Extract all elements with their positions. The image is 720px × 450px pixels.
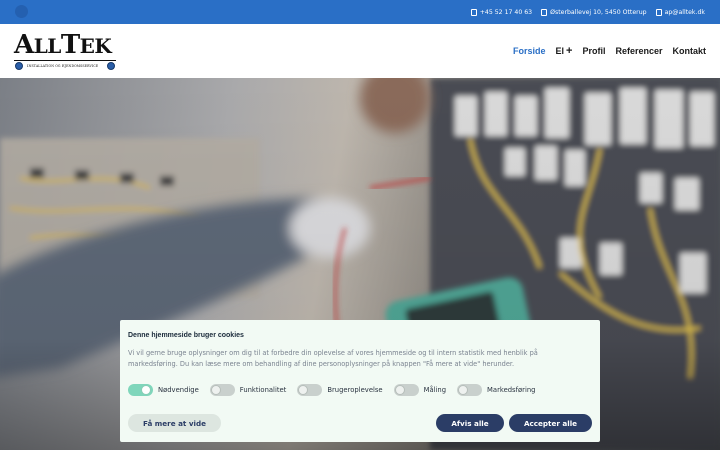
cookie-title: Denne hjemmeside bruger cookies bbox=[128, 332, 244, 339]
facebook-icon[interactable] bbox=[15, 5, 28, 18]
learn-more-button[interactable]: Få mere at vide bbox=[128, 414, 221, 432]
logo-tagline: INSTALLATION OG EJENDOMSSERVICE bbox=[27, 63, 99, 68]
nav-item-el[interactable]: El + bbox=[556, 45, 573, 57]
toggle-knob bbox=[298, 385, 309, 395]
logo-wordmark: ALLTEK bbox=[14, 30, 112, 60]
main-nav: Forside El + Profil Referencer Kontakt bbox=[513, 24, 706, 78]
address-link[interactable]: Østerballevej 10, 5450 Otterup bbox=[541, 8, 647, 16]
toggle-switch[interactable] bbox=[209, 384, 235, 396]
contact-info: +45 52 17 40 63 Østerballevej 10, 5450 O… bbox=[470, 0, 705, 24]
toggle-switch[interactable] bbox=[128, 384, 153, 396]
cookie-dialog: Denne hjemmeside bruger cookies Vi vil g… bbox=[120, 320, 600, 442]
toggle-knob bbox=[458, 385, 469, 395]
logo-seal-icon bbox=[15, 62, 23, 70]
nav-item-forside[interactable]: Forside bbox=[513, 46, 546, 56]
toggle-maaling[interactable]: Måling bbox=[393, 384, 447, 396]
nav-item-referencer[interactable]: Referencer bbox=[615, 46, 662, 56]
toggle-label: Funktionalitet bbox=[239, 386, 287, 394]
top-bar: +45 52 17 40 63 Østerballevej 10, 5450 O… bbox=[0, 0, 720, 24]
cookie-toggles: Nødvendige Funktionalitet Brugeroplevels… bbox=[128, 383, 546, 397]
nav-item-profil[interactable]: Profil bbox=[582, 46, 605, 56]
toggle-switch[interactable] bbox=[297, 384, 323, 396]
site-header: ALLTEK INSTALLATION OG EJENDOMSSERVICE F… bbox=[0, 24, 720, 78]
email-link[interactable]: ap@alltek.dk bbox=[655, 8, 705, 16]
cookie-body: Vi vil gerne bruge oplysninger om dig ti… bbox=[128, 349, 538, 368]
phone-icon bbox=[470, 8, 477, 16]
nav-item-el-label: El bbox=[555, 46, 565, 56]
toggle-brugeroplevelse[interactable]: Brugeroplevelse bbox=[297, 384, 383, 396]
phone-link[interactable]: +45 52 17 40 63 bbox=[470, 8, 533, 16]
toggle-markedsfoering[interactable]: Markedsføring bbox=[457, 384, 535, 396]
toggle-knob bbox=[210, 385, 221, 395]
plus-icon: + bbox=[566, 45, 573, 57]
logo-underline bbox=[14, 60, 116, 61]
location-icon bbox=[541, 8, 548, 16]
phone-text: +45 52 17 40 63 bbox=[479, 8, 533, 16]
toggle-label: Brugeroplevelse bbox=[327, 386, 383, 394]
toggle-noedvendige[interactable]: Nødvendige bbox=[128, 384, 199, 396]
toggle-knob bbox=[394, 385, 405, 395]
toggle-label: Nødvendige bbox=[158, 386, 199, 394]
toggle-label: Måling bbox=[423, 386, 447, 394]
address-text: Østerballevej 10, 5450 Otterup bbox=[550, 8, 647, 16]
alltek-logo[interactable]: ALLTEK INSTALLATION OG EJENDOMSSERVICE bbox=[14, 32, 116, 70]
reject-all-button[interactable]: Afvis alle bbox=[436, 414, 504, 432]
toggle-switch[interactable] bbox=[393, 384, 419, 396]
toggle-knob bbox=[141, 385, 151, 395]
accept-all-button[interactable]: Accepter alle bbox=[509, 414, 592, 432]
toggle-switch[interactable] bbox=[457, 384, 483, 396]
mail-icon bbox=[655, 8, 662, 16]
email-text: ap@alltek.dk bbox=[664, 8, 705, 16]
toggle-funktionalitet[interactable]: Funktionalitet bbox=[209, 384, 287, 396]
logo-seal-icon bbox=[107, 62, 115, 70]
toggle-label: Markedsføring bbox=[487, 386, 536, 394]
nav-item-kontakt[interactable]: Kontakt bbox=[673, 46, 707, 56]
